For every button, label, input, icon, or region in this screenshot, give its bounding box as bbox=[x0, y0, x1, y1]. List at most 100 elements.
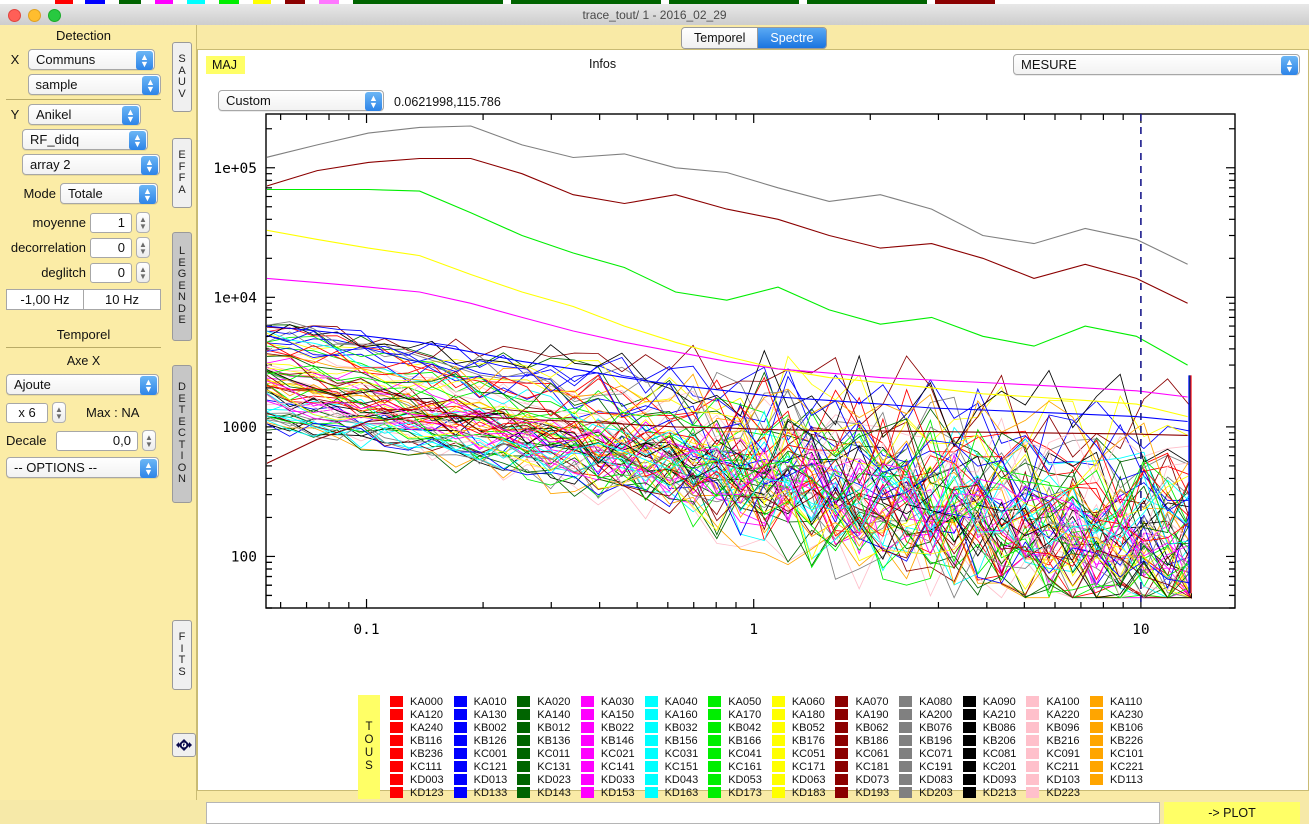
legend-item[interactable]: KA030 bbox=[581, 695, 635, 708]
maj-badge[interactable]: MAJ bbox=[206, 56, 245, 74]
legend-color-swatch[interactable] bbox=[963, 761, 976, 772]
legend-color-swatch[interactable] bbox=[1090, 709, 1103, 720]
chevron-updown-icon[interactable]: ▲▼ bbox=[142, 76, 159, 95]
legend-item[interactable]: KC041 bbox=[708, 747, 762, 760]
chevron-updown-icon[interactable]: ▲▼ bbox=[140, 459, 157, 478]
legend-color-swatch[interactable] bbox=[1026, 774, 1039, 785]
legend-item[interactable]: KB236 bbox=[390, 747, 444, 760]
legend-item[interactable]: KB096 bbox=[1026, 721, 1080, 734]
legend-color-swatch[interactable] bbox=[963, 696, 976, 707]
legend-color-swatch[interactable] bbox=[835, 696, 848, 707]
legend-color-swatch[interactable] bbox=[963, 735, 976, 746]
legend-item[interactable]: KD213 bbox=[963, 786, 1017, 799]
legend-color-swatch[interactable] bbox=[1026, 787, 1039, 798]
legend-item[interactable]: KD183 bbox=[772, 786, 826, 799]
legend-item[interactable]: KD093 bbox=[963, 773, 1017, 786]
legend-item[interactable]: KC141 bbox=[581, 760, 635, 773]
legend-color-swatch[interactable] bbox=[390, 722, 403, 733]
legend-color-swatch[interactable] bbox=[963, 748, 976, 759]
legend-color-swatch[interactable] bbox=[772, 709, 785, 720]
legend-item[interactable]: KC211 bbox=[1026, 760, 1080, 773]
legend-color-swatch[interactable] bbox=[835, 774, 848, 785]
legend-item[interactable]: KB002 bbox=[454, 721, 508, 734]
legend-color-swatch[interactable] bbox=[772, 787, 785, 798]
legend-item[interactable]: KA070 bbox=[835, 695, 889, 708]
minimize-button-icon[interactable] bbox=[28, 9, 41, 22]
spectrum-plot[interactable]: 10010001e+041e+050.1110 bbox=[206, 110, 1246, 695]
legend-item[interactable]: KC161 bbox=[708, 760, 762, 773]
legend-color-swatch[interactable] bbox=[708, 722, 721, 733]
legend-item[interactable]: KA190 bbox=[835, 708, 889, 721]
legend-item[interactable]: KC221 bbox=[1090, 760, 1144, 773]
legend-color-swatch[interactable] bbox=[517, 761, 530, 772]
legend-item[interactable]: KD103 bbox=[1026, 773, 1080, 786]
message-input[interactable] bbox=[206, 802, 1160, 824]
legend-color-swatch[interactable] bbox=[835, 748, 848, 759]
legend-item[interactable]: KD173 bbox=[708, 786, 762, 799]
legend-item[interactable]: KC111 bbox=[390, 760, 444, 773]
legend-item[interactable]: KB042 bbox=[708, 721, 762, 734]
legend-item[interactable]: KA120 bbox=[390, 708, 444, 721]
legend-color-swatch[interactable] bbox=[899, 761, 912, 772]
view-mode-tabs[interactable]: Temporel Spectre bbox=[681, 27, 827, 49]
legend-color-swatch[interactable] bbox=[772, 722, 785, 733]
legend-item[interactable]: KD023 bbox=[517, 773, 571, 786]
legend-item[interactable]: KC011 bbox=[517, 747, 571, 760]
decale-input[interactable]: 0,0 bbox=[56, 431, 138, 451]
legend-color-swatch[interactable] bbox=[708, 748, 721, 759]
legend-item[interactable]: KD133 bbox=[454, 786, 508, 799]
legend-color-swatch[interactable] bbox=[1090, 696, 1103, 707]
legend-color-swatch[interactable] bbox=[454, 709, 467, 720]
x-field-select[interactable]: sample ▲▼ bbox=[28, 74, 161, 95]
legend-color-swatch[interactable] bbox=[390, 761, 403, 772]
legend-item[interactable]: KC181 bbox=[835, 760, 889, 773]
legend-item[interactable]: KB166 bbox=[708, 734, 762, 747]
legend-item[interactable]: KB156 bbox=[645, 734, 699, 747]
legend-color-swatch[interactable] bbox=[645, 787, 658, 798]
legend-color-swatch[interactable] bbox=[1090, 722, 1103, 733]
legend-item[interactable]: KA160 bbox=[645, 708, 699, 721]
y-field-select[interactable]: RF_didq ▲▼ bbox=[22, 129, 148, 150]
legend-item[interactable]: KA060 bbox=[772, 695, 826, 708]
legend-color-swatch[interactable] bbox=[772, 735, 785, 746]
legend-color-swatch[interactable] bbox=[1026, 748, 1039, 759]
legend-color-swatch[interactable] bbox=[454, 735, 467, 746]
legend-item[interactable]: KC071 bbox=[899, 747, 953, 760]
legend-item[interactable]: KD003 bbox=[390, 773, 444, 786]
chevron-updown-icon[interactable]: ▲▼ bbox=[141, 156, 158, 175]
legend-color-swatch[interactable] bbox=[708, 696, 721, 707]
legend-item[interactable]: KC051 bbox=[772, 747, 826, 760]
legend-color-swatch[interactable] bbox=[517, 735, 530, 746]
legend-item[interactable]: KC191 bbox=[899, 760, 953, 773]
legend-item[interactable]: KB206 bbox=[963, 734, 1017, 747]
legend-color-swatch[interactable] bbox=[390, 774, 403, 785]
legend-item[interactable]: KC121 bbox=[454, 760, 508, 773]
close-button-icon[interactable] bbox=[8, 9, 21, 22]
legend-item[interactable]: KC021 bbox=[581, 747, 635, 760]
legend-item[interactable]: KA100 bbox=[1026, 695, 1080, 708]
legend-color-swatch[interactable] bbox=[581, 709, 594, 720]
legend-color-swatch[interactable] bbox=[1026, 735, 1039, 746]
deglitch-input[interactable]: 0 bbox=[90, 263, 132, 283]
sidebar-item-detection[interactable]: D E T E C T I O N bbox=[172, 365, 192, 503]
y-array-select[interactable]: array 2 ▲▼ bbox=[22, 154, 160, 175]
legend-item[interactable]: KC171 bbox=[772, 760, 826, 773]
legend-item[interactable]: KB116 bbox=[390, 734, 444, 747]
legend-color-swatch[interactable] bbox=[390, 696, 403, 707]
legend-color-swatch[interactable] bbox=[645, 774, 658, 785]
y-source-select[interactable]: Anikel ▲▼ bbox=[28, 104, 141, 125]
legend-color-swatch[interactable] bbox=[581, 722, 594, 733]
legend-color-swatch[interactable] bbox=[390, 787, 403, 798]
legend-color-swatch[interactable] bbox=[708, 774, 721, 785]
legend-color-swatch[interactable] bbox=[517, 709, 530, 720]
legend-color-swatch[interactable] bbox=[645, 722, 658, 733]
window-controls[interactable] bbox=[8, 9, 61, 22]
legend-item[interactable]: KC091 bbox=[1026, 747, 1080, 760]
legend-item[interactable]: KA130 bbox=[454, 708, 508, 721]
legend-color-swatch[interactable] bbox=[772, 761, 785, 772]
legend-color-swatch[interactable] bbox=[899, 722, 912, 733]
plot-canvas[interactable]: 10010001e+041e+050.1110 bbox=[206, 110, 1246, 695]
legend-item[interactable]: KD203 bbox=[899, 786, 953, 799]
legend-color-swatch[interactable] bbox=[1026, 709, 1039, 720]
multiplier-stepper[interactable]: ▲▼ bbox=[52, 402, 66, 423]
